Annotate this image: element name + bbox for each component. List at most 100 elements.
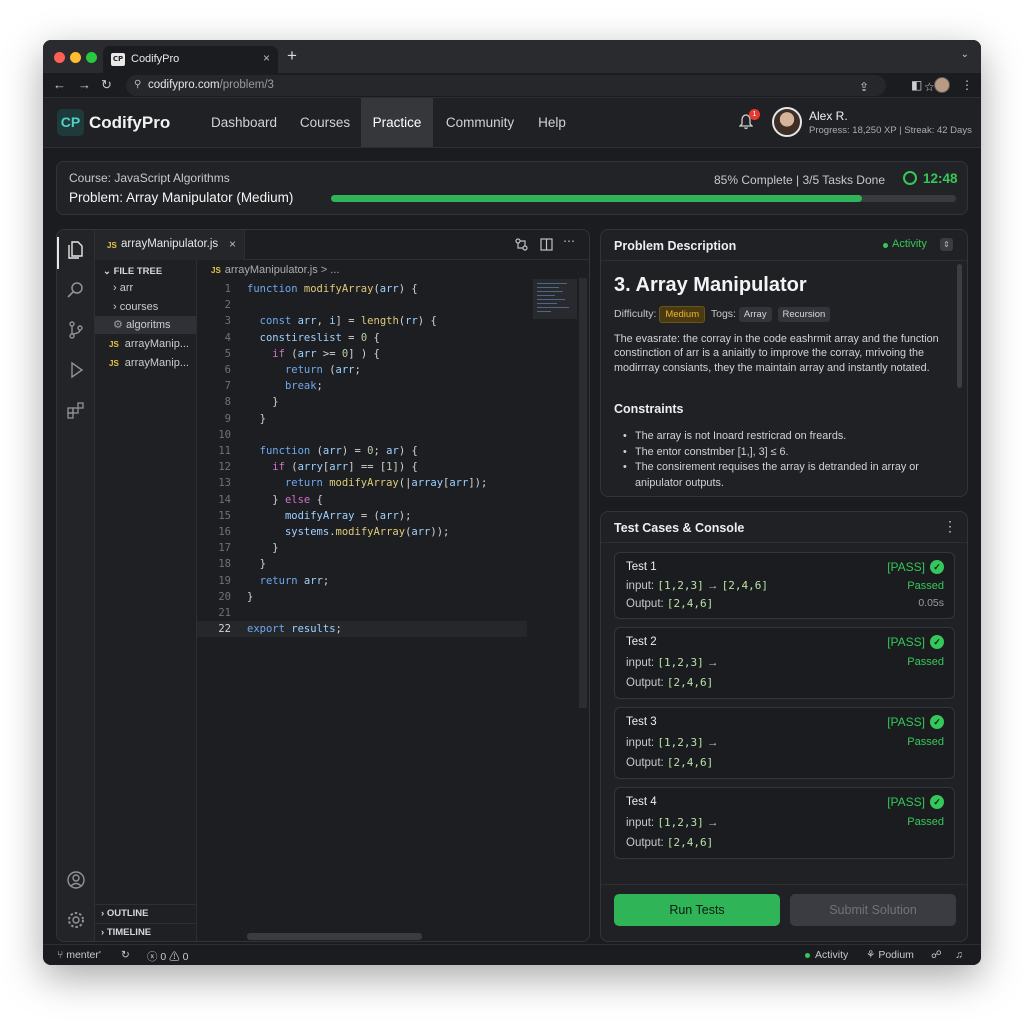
tree-item-courses[interactable]: › courses bbox=[95, 298, 196, 316]
code-line[interactable]: 15 modifyArray = (arr); bbox=[197, 508, 527, 524]
editor-vertical-scrollbar[interactable] bbox=[579, 278, 587, 708]
bookmark-star-icon[interactable]: ☆ bbox=[924, 80, 935, 94]
share-icon[interactable]: ⇪ bbox=[859, 80, 869, 94]
tree-item-label: arr bbox=[119, 282, 134, 294]
tree-item-algoritms[interactable]: ⚙ algoritms bbox=[95, 316, 196, 334]
url-input[interactable]: ⚲ codifypro.com/problem/3 ⇪ ☆ bbox=[126, 75, 935, 96]
sidebar-toggle-icon[interactable]: ◧ bbox=[911, 78, 922, 92]
activity-status[interactable]: Activity bbox=[815, 949, 848, 961]
extensions-icon[interactable] bbox=[66, 400, 86, 420]
submit-solution-button[interactable]: Submit Solution bbox=[790, 894, 956, 926]
tag-badge[interactable]: Recursion bbox=[777, 307, 831, 322]
minimize-window-button[interactable] bbox=[70, 52, 81, 63]
code-line[interactable]: 9 } bbox=[197, 411, 527, 427]
site-info-icon[interactable]: ⚲ bbox=[134, 79, 141, 90]
tree-item-file[interactable]: JS arrayManip... bbox=[95, 354, 196, 372]
tree-item-label: courses bbox=[119, 301, 159, 313]
code-line[interactable]: 4 constireslist = 0 { bbox=[197, 330, 527, 346]
code-line[interactable]: 3 const arr, i] = length(rr) { bbox=[197, 313, 527, 329]
new-tab-button[interactable]: + bbox=[287, 47, 297, 65]
editor-horizontal-scrollbar[interactable] bbox=[247, 933, 422, 940]
code-line[interactable]: 21 bbox=[197, 605, 527, 621]
timeline-section[interactable]: › TIMELINE bbox=[95, 923, 196, 941]
nav-dashboard[interactable]: Dashboard bbox=[198, 98, 290, 147]
search-icon[interactable] bbox=[66, 280, 86, 300]
panel-header: Test Cases & Console ⋮ bbox=[601, 512, 967, 543]
code-line[interactable]: 13 return modifyArray(|array[arr]); bbox=[197, 475, 527, 491]
editor-tab-arraymanipulator[interactable]: JS arrayManipulator.js × bbox=[95, 230, 245, 260]
account-icon[interactable] bbox=[66, 870, 86, 890]
browser-menu-icon[interactable]: ⋮ bbox=[961, 78, 973, 92]
close-editor-tab-icon[interactable]: × bbox=[229, 237, 236, 251]
code-line[interactable]: 18 } bbox=[197, 556, 527, 572]
code-line[interactable]: 10 bbox=[197, 427, 527, 443]
code-text: const arr, i] = length(rr) { bbox=[259, 315, 437, 328]
user-name[interactable]: Alex R. bbox=[809, 109, 848, 123]
activity-link[interactable]: Activity bbox=[892, 238, 927, 250]
split-editor-icon[interactable] bbox=[540, 238, 553, 251]
logo-text[interactable]: CodifyPro bbox=[89, 113, 170, 133]
feedback-icon[interactable]: ☍ bbox=[931, 949, 942, 961]
podium-status[interactable]: ⚘ Podium bbox=[866, 949, 914, 961]
maximize-window-button[interactable] bbox=[86, 52, 97, 63]
more-options-icon[interactable]: ⋮ bbox=[943, 518, 957, 535]
run-tests-button[interactable]: Run Tests bbox=[614, 894, 780, 926]
code-line[interactable]: 19 return arr; bbox=[197, 573, 527, 589]
code-area[interactable]: 1 function modifyArray(arr) {2 3 const arr… bbox=[197, 278, 527, 938]
reload-icon[interactable]: ↻ bbox=[101, 77, 112, 93]
code-line[interactable]: 22 export results; bbox=[197, 621, 527, 638]
tree-item-arr[interactable]: › arr bbox=[95, 279, 196, 297]
code-line[interactable]: 11 function (arr) = 0; ar) { bbox=[197, 443, 527, 459]
test-case-card[interactable]: Test 2 [PASS] ✓ input: [1,2,3] → Output: [2… bbox=[614, 627, 955, 699]
close-window-button[interactable] bbox=[54, 52, 65, 63]
profile-avatar[interactable] bbox=[934, 77, 950, 93]
problem-meta: Difficulty: Medium Togs: Array Recursion bbox=[614, 306, 833, 323]
code-line[interactable]: 6 return (arr; bbox=[197, 362, 527, 378]
files-icon[interactable] bbox=[66, 240, 86, 260]
minimap[interactable] bbox=[533, 279, 577, 319]
code-line[interactable]: 16 systems.modifyArray(arr)); bbox=[197, 524, 527, 540]
user-avatar[interactable] bbox=[772, 107, 802, 137]
run-debug-icon[interactable] bbox=[66, 360, 86, 380]
code-text: if (arry[arr] == [1]) { bbox=[272, 461, 418, 474]
code-line[interactable]: 5 if (arr >= 0] ) { bbox=[197, 346, 527, 362]
nav-courses[interactable]: Courses bbox=[290, 98, 360, 147]
code-line[interactable]: 7 break; bbox=[197, 378, 527, 394]
tab-menu-icon[interactable]: ⌄ bbox=[961, 49, 969, 60]
source-control-icon[interactable] bbox=[66, 320, 86, 340]
branch-name: menter' bbox=[66, 949, 101, 961]
code-line[interactable]: 2 bbox=[197, 297, 527, 313]
forward-icon[interactable]: → bbox=[78, 77, 91, 92]
nav-help[interactable]: Help bbox=[525, 98, 579, 147]
compare-changes-icon[interactable] bbox=[515, 238, 528, 251]
breadcrumb[interactable]: JS arrayManipulator.js > ... bbox=[211, 264, 339, 276]
problems-count[interactable]: ⓧ 0 ⚠ 0 bbox=[147, 949, 188, 964]
code-line[interactable]: 8 } bbox=[197, 394, 527, 410]
test-case-card[interactable]: Test 1 [PASS] ✓ input: [1,2,3] → [2,4,6] Out… bbox=[614, 552, 955, 619]
description-scrollbar[interactable] bbox=[957, 264, 962, 388]
nav-community[interactable]: Community bbox=[435, 98, 525, 147]
tree-item-file[interactable]: JS arrayManip... bbox=[95, 335, 196, 353]
code-line[interactable]: 17 } bbox=[197, 540, 527, 556]
logo-icon[interactable]: CP bbox=[57, 109, 84, 136]
close-tab-icon[interactable]: × bbox=[263, 51, 270, 65]
difficulty-badge: Medium bbox=[659, 306, 706, 323]
settings-gear-icon[interactable] bbox=[66, 910, 86, 930]
browser-window: CP CodifyPro × + ⌄ ← → ↻ ⚲ codifypro.com… bbox=[43, 40, 981, 965]
code-line[interactable]: 1 function modifyArray(arr) { bbox=[197, 281, 527, 297]
sync-icon[interactable]: ↻ bbox=[121, 949, 130, 961]
code-line[interactable]: 12 if (arry[arr] == [1]) { bbox=[197, 459, 527, 475]
notifications-icon[interactable]: ♫ bbox=[955, 949, 963, 961]
more-actions-icon[interactable]: ⋯ bbox=[563, 234, 575, 248]
back-icon[interactable]: ← bbox=[53, 77, 66, 92]
code-line[interactable]: 20} bbox=[197, 589, 527, 605]
expand-icon[interactable]: ⇕ bbox=[940, 238, 953, 251]
outline-section[interactable]: › OUTLINE bbox=[95, 904, 196, 922]
tag-badge[interactable]: Array bbox=[738, 307, 772, 322]
git-branch[interactable]: ⑂ menter' bbox=[57, 949, 101, 961]
browser-tab[interactable]: CP CodifyPro × bbox=[103, 46, 278, 73]
nav-practice[interactable]: Practice bbox=[361, 98, 433, 147]
test-case-card[interactable]: Test 3 [PASS] ✓ input: [1,2,3] → Output: [2… bbox=[614, 707, 955, 779]
test-case-card[interactable]: Test 4 [PASS] ✓ input: [1,2,3] → Output: [2… bbox=[614, 787, 955, 859]
code-line[interactable]: 14 } else { bbox=[197, 492, 527, 508]
